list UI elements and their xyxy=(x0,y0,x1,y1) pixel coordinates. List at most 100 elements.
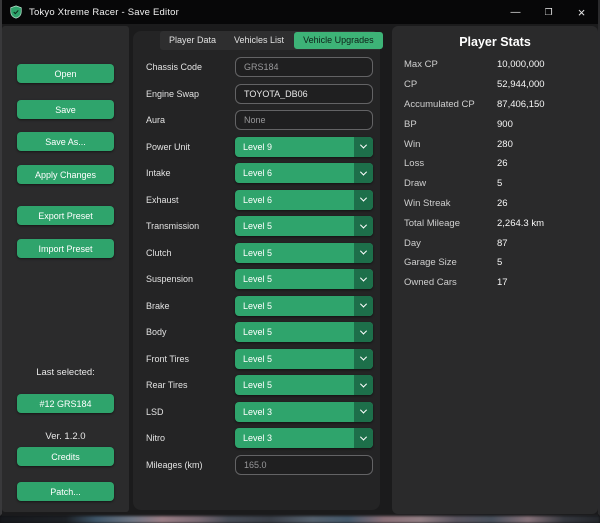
select-value: Level 3 xyxy=(235,428,354,448)
stat-row: Loss26 xyxy=(392,154,598,174)
field-label: LSD xyxy=(146,407,235,417)
player-stats-panel: Player Stats Max CP10,000,000CP52,944,00… xyxy=(392,26,598,514)
form-row: TransmissionLevel 5 xyxy=(133,213,380,240)
form-row: ClutchLevel 5 xyxy=(133,240,380,267)
stat-label: Draw xyxy=(404,178,497,189)
form-row: Front TiresLevel 5 xyxy=(133,346,380,373)
stat-value: 280 xyxy=(497,139,513,150)
field-label: Transmission xyxy=(146,221,235,231)
nitro-select[interactable]: Level 3 xyxy=(235,428,373,448)
stat-value: 26 xyxy=(497,158,508,169)
field-label: Chassis Code xyxy=(146,62,235,72)
field-label: Body xyxy=(146,327,235,337)
sidebar-button-open[interactable]: Open xyxy=(17,64,114,83)
field-label: Power Unit xyxy=(146,142,235,152)
select-value: Level 5 xyxy=(235,375,354,395)
title-bar: Tokyo Xtreme Racer - Save Editor — ❐ × xyxy=(2,0,598,24)
stat-value: 900 xyxy=(497,119,513,130)
minimize-icon[interactable]: — xyxy=(499,0,532,24)
form-row: NitroLevel 3 xyxy=(133,425,380,452)
stat-label: Loss xyxy=(404,158,497,169)
form-row: SuspensionLevel 5 xyxy=(133,266,380,293)
stat-row: Day87 xyxy=(392,233,598,253)
exhaust-select[interactable]: Level 6 xyxy=(235,190,373,210)
rear-tires-select[interactable]: Level 5 xyxy=(235,375,373,395)
front-tires-select[interactable]: Level 5 xyxy=(235,349,373,369)
stat-row: Win280 xyxy=(392,134,598,154)
form-row: Rear TiresLevel 5 xyxy=(133,372,380,399)
chevron-down-icon xyxy=(354,243,373,263)
chassis-code-input[interactable] xyxy=(235,57,373,77)
stat-label: BP xyxy=(404,119,497,130)
chevron-down-icon xyxy=(354,322,373,342)
chevron-down-icon xyxy=(354,137,373,157)
stat-value: 5 xyxy=(497,178,502,189)
app-window: Tokyo Xtreme Racer - Save Editor — ❐ × O… xyxy=(0,0,600,516)
stat-value: 10,000,000 xyxy=(497,59,545,70)
select-value: Level 5 xyxy=(235,322,354,342)
field-label: Intake xyxy=(146,168,235,178)
select-value: Level 6 xyxy=(235,163,354,183)
transmission-select[interactable]: Level 5 xyxy=(235,216,373,236)
chevron-down-icon xyxy=(354,163,373,183)
field-label: Nitro xyxy=(146,433,235,443)
field-label: Brake xyxy=(146,301,235,311)
form-row: LSDLevel 3 xyxy=(133,399,380,426)
stat-value: 5 xyxy=(497,257,502,268)
intake-select[interactable]: Level 6 xyxy=(235,163,373,183)
select-value: Level 5 xyxy=(235,269,354,289)
stat-row: Draw5 xyxy=(392,174,598,194)
stat-value: 87 xyxy=(497,238,508,249)
stat-row: Max CP10,000,000 xyxy=(392,55,598,75)
close-icon[interactable]: × xyxy=(565,0,598,24)
sidebar-button-save-as[interactable]: Save As... xyxy=(17,132,114,151)
stat-row: Win Streak26 xyxy=(392,194,598,214)
stat-label: CP xyxy=(404,79,497,90)
tab-player-data[interactable]: Player Data xyxy=(160,31,225,50)
stat-label: Total Mileage xyxy=(404,218,497,229)
stat-label: Win xyxy=(404,139,497,150)
select-value: Level 6 xyxy=(235,190,354,210)
maximize-icon[interactable]: ❐ xyxy=(532,0,565,24)
field-label: Front Tires xyxy=(146,354,235,364)
mileages-km-input[interactable] xyxy=(235,455,373,475)
suspension-select[interactable]: Level 5 xyxy=(235,269,373,289)
chevron-down-icon xyxy=(354,269,373,289)
chevron-down-icon xyxy=(354,216,373,236)
select-value: Level 5 xyxy=(235,349,354,369)
patch-button[interactable]: Patch... xyxy=(17,482,114,501)
last-selected-vehicle-button[interactable]: #12 GRS184 xyxy=(17,394,114,413)
form-row: BrakeLevel 5 xyxy=(133,293,380,320)
tab-vehicles-list[interactable]: Vehicles List xyxy=(225,31,293,50)
power-unit-select[interactable]: Level 9 xyxy=(235,137,373,157)
form-row: Mileages (km) xyxy=(133,452,380,479)
stat-row: BP900 xyxy=(392,114,598,134)
stat-row: Total Mileage2,264.3 km xyxy=(392,213,598,233)
form-row: BodyLevel 5 xyxy=(133,319,380,346)
lsd-select[interactable]: Level 3 xyxy=(235,402,373,422)
chevron-down-icon xyxy=(354,402,373,422)
chevron-down-icon xyxy=(354,428,373,448)
tab-bar: Player DataVehicles ListVehicle Upgrades xyxy=(160,31,380,50)
engine-swap-input[interactable] xyxy=(235,84,373,104)
stat-row: Owned Cars17 xyxy=(392,273,598,293)
sidebar-button-save[interactable]: Save xyxy=(17,100,114,119)
version-label: Ver. 1.2.0 xyxy=(45,431,85,442)
sidebar-button-export-preset[interactable]: Export Preset xyxy=(17,206,114,225)
chevron-down-icon xyxy=(354,190,373,210)
body-select[interactable]: Level 5 xyxy=(235,322,373,342)
vehicle-upgrades-panel: Player DataVehicles ListVehicle Upgrades… xyxy=(133,31,380,510)
credits-button[interactable]: Credits xyxy=(17,447,114,466)
sidebar-button-import-preset[interactable]: Import Preset xyxy=(17,239,114,258)
sidebar: Open Save Save As... Apply Changes Export Pr… xyxy=(2,26,129,512)
stat-value: 52,944,000 xyxy=(497,79,545,90)
tab-vehicle-upgrades[interactable]: Vehicle Upgrades xyxy=(294,32,383,49)
stat-row: Accumulated CP87,406,150 xyxy=(392,95,598,115)
stat-label: Max CP xyxy=(404,59,497,70)
sidebar-button-apply-changes[interactable]: Apply Changes xyxy=(17,165,114,184)
clutch-select[interactable]: Level 5 xyxy=(235,243,373,263)
aura-input[interactable] xyxy=(235,110,373,130)
form-row: Chassis Code xyxy=(133,54,380,81)
form-row: Aura xyxy=(133,107,380,134)
brake-select[interactable]: Level 5 xyxy=(235,296,373,316)
